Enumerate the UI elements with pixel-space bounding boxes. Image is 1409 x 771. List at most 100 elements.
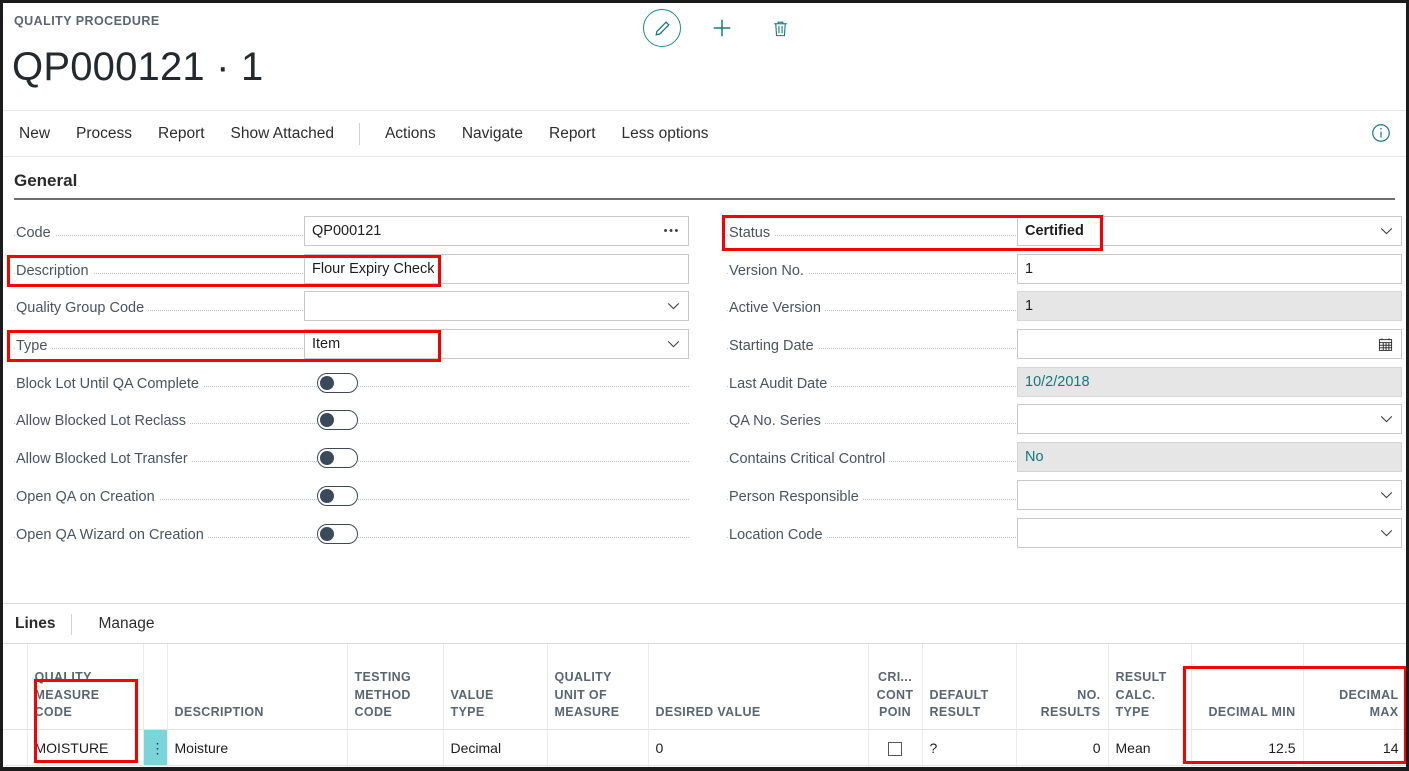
field-label-allow-blocked-lot-transfer: Allow Blocked Lot Transfer bbox=[16, 451, 192, 467]
lines-manage-button[interactable]: Manage bbox=[88, 610, 164, 638]
chevron-down-icon[interactable] bbox=[1380, 405, 1393, 433]
field-label-starting-date: Starting Date bbox=[729, 338, 818, 354]
column-header-value_type[interactable]: VALUE TYPE bbox=[443, 644, 547, 730]
cell-default_result[interactable]: ? bbox=[922, 730, 1016, 766]
table-row[interactable]: MOISTURE⋮MoistureDecimal0?0Mean12.514 bbox=[3, 730, 1406, 766]
chevron-down-icon[interactable] bbox=[667, 292, 680, 320]
toggle-knob bbox=[320, 489, 334, 503]
field-row-open-qa-wizard-on-creation: Open QA Wizard on Creation bbox=[14, 518, 689, 556]
field-input-quality-group-code[interactable] bbox=[304, 291, 689, 321]
cell-description[interactable] bbox=[167, 766, 347, 768]
toggle-allow-blocked-lot-transfer[interactable] bbox=[317, 448, 358, 468]
chevron-down-icon[interactable] bbox=[1380, 519, 1393, 547]
edit-pencil-icon[interactable] bbox=[643, 9, 681, 47]
cell-quality_uom[interactable] bbox=[547, 766, 648, 768]
field-input-starting-date[interactable] bbox=[1017, 329, 1402, 359]
menu-item-actions[interactable]: Actions bbox=[372, 119, 449, 149]
field-input-code[interactable]: QP000121 ••• bbox=[304, 216, 689, 246]
toggle-open-qa-on-creation[interactable] bbox=[317, 486, 358, 506]
cell-quality_uom[interactable] bbox=[547, 730, 648, 766]
cell-description[interactable]: Moisture bbox=[167, 730, 347, 766]
cell-testing_method[interactable] bbox=[347, 730, 443, 766]
cell-desired_value[interactable] bbox=[648, 766, 868, 768]
field-label-status: Status bbox=[729, 225, 774, 241]
row-menu-icon[interactable]: ⋮ bbox=[143, 730, 167, 766]
cell-value_type[interactable]: Decimal bbox=[443, 730, 547, 766]
column-header-default_result[interactable]: DEFAULT RESULT bbox=[922, 644, 1016, 730]
toggle-allow-blocked-lot-reclass[interactable] bbox=[317, 410, 358, 430]
column-header-description[interactable]: DESCRIPTION bbox=[167, 644, 347, 730]
field-row-active-version: Active Version1 bbox=[727, 291, 1402, 329]
column-header-testing_method[interactable]: TESTING METHOD CODE bbox=[347, 644, 443, 730]
cell-rowmenu[interactable] bbox=[143, 766, 167, 768]
general-fields: CodeQP000121•••DescriptionFlour Expiry C… bbox=[3, 200, 1406, 552]
field-input-description[interactable]: Flour Expiry Check bbox=[304, 254, 689, 284]
toggle-open-qa-wizard-on-creation[interactable] bbox=[317, 524, 358, 544]
cell-decimal_max[interactable]: 14 bbox=[1303, 730, 1406, 766]
field-input-active-version: 1 bbox=[1017, 291, 1402, 321]
column-header-rowmenu[interactable] bbox=[143, 644, 167, 730]
menu-item-process[interactable]: Process bbox=[63, 119, 145, 149]
cell-no_results[interactable]: 0 bbox=[1016, 730, 1108, 766]
menu-item-report[interactable]: Report bbox=[145, 119, 218, 149]
field-label-location-code: Location Code bbox=[729, 527, 827, 543]
field-value-version-no: 1 bbox=[1018, 261, 1033, 277]
cell-measure_code[interactable]: MOISTURE bbox=[27, 730, 143, 766]
toggle-block-lot-until-qa-complete[interactable] bbox=[317, 373, 358, 393]
cell-spacer[interactable] bbox=[3, 730, 27, 766]
column-header-decimal_min[interactable]: DECIMAL MIN bbox=[1191, 644, 1303, 730]
field-label-contains-critical-control: Contains Critical Control bbox=[729, 451, 889, 467]
cell-desired_value[interactable]: 0 bbox=[648, 730, 868, 766]
info-icon[interactable] bbox=[1370, 122, 1392, 144]
critical-control-point-checkbox[interactable] bbox=[888, 742, 902, 756]
cell-decimal_max[interactable] bbox=[1303, 766, 1406, 768]
menu-item-report-2[interactable]: Report bbox=[536, 119, 609, 149]
field-input-status[interactable]: Certified bbox=[1017, 216, 1402, 246]
menu-item-less-options[interactable]: Less options bbox=[609, 119, 722, 149]
field-value-status: Certified bbox=[1018, 223, 1084, 239]
toggle-knob bbox=[320, 527, 334, 541]
column-header-decimal_max[interactable]: DECIMAL MAX bbox=[1303, 644, 1406, 730]
column-header-quality_uom[interactable]: QUALITY UNIT OF MEASURE bbox=[547, 644, 648, 730]
chevron-down-icon[interactable] bbox=[1380, 217, 1393, 245]
field-input-qa-no-series[interactable] bbox=[1017, 404, 1402, 434]
column-header-measure_code[interactable]: QUALITY MEASURE CODE bbox=[27, 644, 143, 730]
field-input-person-responsible[interactable] bbox=[1017, 480, 1402, 510]
field-input-version-no[interactable]: 1 bbox=[1017, 254, 1402, 284]
menu-item-new[interactable]: New bbox=[6, 119, 63, 149]
cell-decimal_min[interactable]: 12.5 bbox=[1191, 730, 1303, 766]
ellipsis-lookup-icon[interactable]: ••• bbox=[664, 217, 680, 245]
column-header-spacer[interactable] bbox=[3, 644, 27, 730]
lines-grid[interactable]: QUALITY MEASURE CODE DESCRIPTIONTESTING M… bbox=[3, 643, 1406, 767]
table-header-row: QUALITY MEASURE CODE DESCRIPTIONTESTING M… bbox=[3, 644, 1406, 730]
plus-icon[interactable] bbox=[705, 11, 739, 45]
field-input-location-code[interactable] bbox=[1017, 518, 1402, 548]
field-row-allow-blocked-lot-reclass: Allow Blocked Lot Reclass bbox=[14, 404, 689, 442]
cell-result_calc[interactable]: Mean bbox=[1108, 730, 1191, 766]
column-header-desired_value[interactable]: DESIRED VALUE bbox=[648, 644, 868, 730]
cell-measure_code[interactable] bbox=[27, 766, 143, 768]
column-header-critical_cp[interactable]: CRI... CONT POIN bbox=[868, 644, 922, 730]
menu-item-navigate[interactable]: Navigate bbox=[449, 119, 536, 149]
cell-no_results[interactable] bbox=[1016, 766, 1108, 768]
field-label-version-no: Version No. bbox=[729, 263, 808, 279]
table-row[interactable] bbox=[3, 766, 1406, 768]
calendar-icon[interactable] bbox=[1378, 330, 1393, 358]
trash-icon[interactable] bbox=[763, 11, 797, 45]
field-value-code: QP000121 bbox=[305, 223, 381, 239]
cell-result_calc[interactable] bbox=[1108, 766, 1191, 768]
cell-spacer[interactable] bbox=[3, 766, 27, 768]
cell-decimal_min[interactable] bbox=[1191, 766, 1303, 768]
column-header-no_results[interactable]: NO. RESULTS bbox=[1016, 644, 1108, 730]
cell-testing_method[interactable] bbox=[347, 766, 443, 768]
chevron-down-icon[interactable] bbox=[667, 330, 680, 358]
cell-critical_cp[interactable] bbox=[868, 730, 922, 766]
field-label-allow-blocked-lot-reclass: Allow Blocked Lot Reclass bbox=[16, 413, 190, 429]
field-input-type[interactable]: Item bbox=[304, 329, 689, 359]
cell-default_result[interactable] bbox=[922, 766, 1016, 768]
chevron-down-icon[interactable] bbox=[1380, 481, 1393, 509]
cell-critical_cp[interactable] bbox=[868, 766, 922, 768]
column-header-result_calc[interactable]: RESULT CALC. TYPE bbox=[1108, 644, 1191, 730]
menu-item-show-attached[interactable]: Show Attached bbox=[218, 119, 347, 149]
cell-value_type[interactable] bbox=[443, 766, 547, 768]
